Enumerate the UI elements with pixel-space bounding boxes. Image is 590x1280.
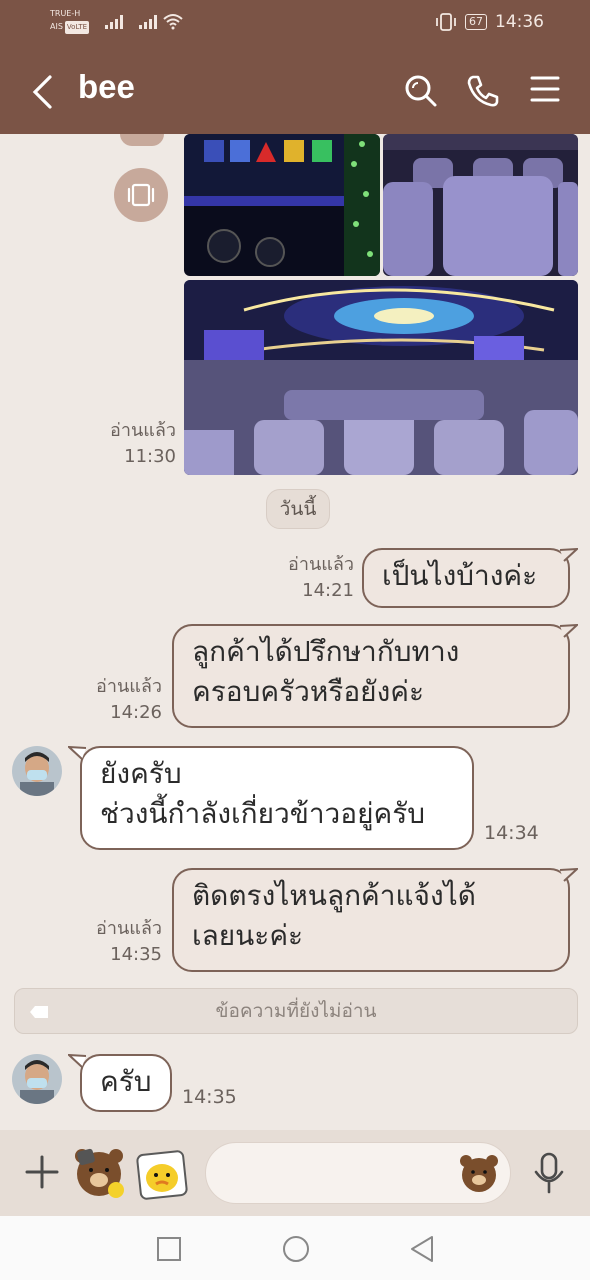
message-time: 14:35 bbox=[110, 944, 162, 965]
message-time: 11:30 bbox=[124, 446, 176, 467]
back-nav-icon[interactable] bbox=[408, 1234, 436, 1264]
bubble-tail bbox=[560, 868, 578, 882]
message-meta: อ่านแล้ว 14:21 bbox=[258, 552, 354, 604]
chat-header: bee bbox=[0, 46, 590, 134]
message-input[interactable] bbox=[205, 1142, 511, 1204]
message-text: ครอบครัวหรือยังค่ะ bbox=[192, 675, 425, 708]
search-icon[interactable] bbox=[404, 74, 438, 108]
recent-apps-icon[interactable] bbox=[156, 1236, 182, 1262]
vibrate-icon bbox=[436, 13, 456, 31]
message-text: เป็นไงบ้างค่ะ bbox=[382, 559, 538, 592]
message-bubble-received[interactable]: ยังครับ ช่วงนี้กำลังเกี่ยวข้าวอยู่ครับ bbox=[80, 746, 474, 850]
read-receipt: อ่านแล้ว bbox=[110, 420, 176, 441]
chat-area[interactable]: อ่านแล้ว 11:30 วันนี้ อ่านแล้ว 14:21 เป็… bbox=[0, 134, 590, 1130]
message-bubble-sent[interactable]: ติดตรงไหนลูกค้าแจ้งได้ เลยนะค่ะ bbox=[172, 868, 570, 972]
message-time: 14:26 bbox=[110, 702, 162, 723]
date-divider: วันนี้ bbox=[266, 489, 330, 529]
avatar[interactable] bbox=[12, 1054, 62, 1104]
signal-icon bbox=[139, 15, 157, 29]
home-icon[interactable] bbox=[281, 1234, 311, 1264]
message-text: ช่วงนี้กำลังเกี่ยวข้าวอยู่ครับ bbox=[100, 797, 426, 830]
message-time: 14:21 bbox=[302, 580, 354, 601]
plus-icon[interactable] bbox=[24, 1154, 60, 1190]
wifi-icon bbox=[163, 14, 183, 30]
album-button[interactable] bbox=[114, 168, 168, 222]
photo-dashboard[interactable] bbox=[184, 134, 380, 276]
message-text: เลยนะค่ะ bbox=[192, 919, 304, 952]
message-time: 14:35 bbox=[182, 1086, 237, 1108]
photo-interior[interactable] bbox=[184, 280, 578, 475]
message-text: ยังครับ bbox=[100, 757, 182, 790]
read-receipt: อ่านแล้ว bbox=[288, 554, 354, 575]
message-bubble-sent[interactable]: เป็นไงบ้างค่ะ bbox=[362, 548, 570, 608]
bubble-tail bbox=[560, 624, 578, 638]
album-icon bbox=[127, 183, 155, 207]
bubble-tail bbox=[560, 548, 578, 562]
sticker-suggest-icon[interactable] bbox=[458, 1153, 500, 1193]
signal-icon bbox=[105, 15, 123, 29]
message-bubble-received[interactable]: ครับ bbox=[80, 1054, 172, 1112]
phone-icon[interactable] bbox=[466, 74, 500, 108]
emoji-icon[interactable] bbox=[136, 1148, 190, 1202]
message-bubble-sent[interactable]: ลูกค้าได้ปรึกษากับทาง ครอบครัวหรือยังค่ะ bbox=[172, 624, 570, 728]
message-text: ครับ bbox=[100, 1065, 152, 1098]
bubble-tail bbox=[68, 746, 86, 760]
avatar[interactable] bbox=[12, 746, 62, 796]
message-meta: อ่านแล้ว 14:35 bbox=[66, 916, 162, 968]
menu-icon[interactable] bbox=[530, 74, 560, 104]
read-receipt: อ่านแล้ว bbox=[96, 676, 162, 697]
status-right: 67 14:36 bbox=[435, 12, 544, 32]
sticker-icon[interactable] bbox=[70, 1144, 128, 1202]
clock: 14:36 bbox=[495, 12, 544, 32]
message-time: 14:34 bbox=[484, 822, 539, 844]
microphone-icon[interactable] bbox=[532, 1152, 566, 1196]
bubble-tail bbox=[68, 1054, 86, 1068]
system-nav-bar bbox=[0, 1216, 590, 1280]
message-text: ติดตรงไหนลูกค้าแจ้งได้ bbox=[192, 879, 476, 912]
input-bar bbox=[0, 1130, 590, 1216]
chat-title: bee bbox=[78, 68, 135, 105]
read-receipt: อ่านแล้ว bbox=[96, 918, 162, 939]
photo-seats[interactable] bbox=[383, 134, 578, 276]
tag-icon bbox=[30, 1006, 48, 1018]
album-button-partial[interactable] bbox=[120, 134, 164, 146]
unread-divider: ข้อความที่ยังไม่อ่าน bbox=[14, 988, 578, 1034]
status-bar: TRUE-H AIS VoLTE 67 14:36 bbox=[0, 0, 590, 46]
message-meta: อ่านแล้ว 14:26 bbox=[66, 674, 162, 726]
battery-indicator: 67 bbox=[465, 14, 487, 30]
message-text: ลูกค้าได้ปรึกษากับทาง bbox=[192, 635, 460, 668]
back-icon[interactable] bbox=[30, 74, 54, 110]
image-msg-meta: อ่านแล้ว 11:30 bbox=[80, 418, 176, 470]
carrier-info: TRUE-H AIS VoLTE bbox=[50, 7, 90, 34]
